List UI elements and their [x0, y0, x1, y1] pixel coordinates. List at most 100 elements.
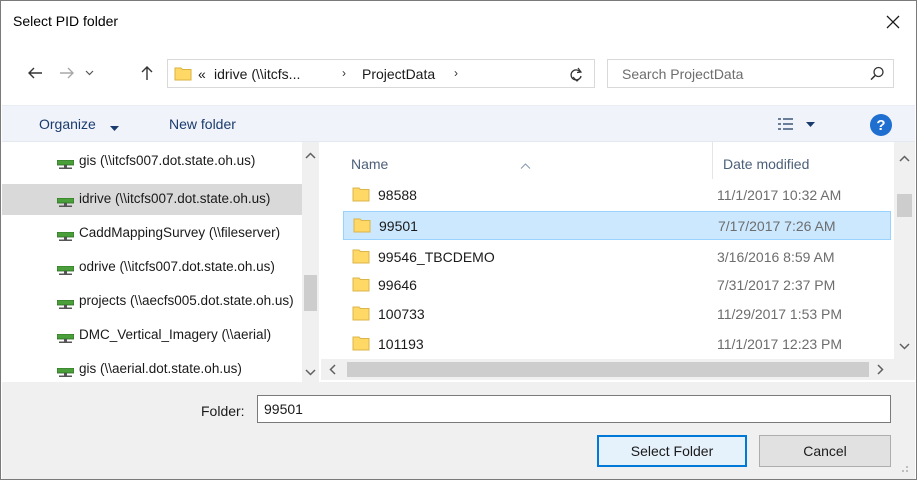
list-item[interactable]: 99546_TBCDEMO 3/16/2016 8:59 AM: [343, 243, 891, 272]
file-name: 98588: [378, 187, 417, 203]
nav-item-label: projects (\\aecfs005.dot.state.oh.us): [79, 293, 294, 308]
list-item-selected[interactable]: 99501 7/17/2017 7:26 AM: [343, 211, 891, 240]
folder-name-input[interactable]: [257, 395, 891, 423]
recent-locations-button[interactable]: [81, 61, 97, 85]
breadcrumb-projectdata[interactable]: ProjectData: [362, 66, 435, 82]
file-name: 99501: [379, 218, 418, 234]
address-bar[interactable]: « idrive (\\itcfs... › ProjectData ›: [167, 59, 595, 88]
scroll-down-icon[interactable]: [899, 338, 910, 353]
breadcrumb-overflow[interactable]: «: [198, 66, 206, 82]
organize-menu[interactable]: Organize: [39, 116, 96, 132]
file-list-horizontal-scrollbar[interactable]: [321, 359, 894, 380]
cancel-button[interactable]: Cancel: [759, 435, 891, 467]
file-date: 11/1/2017 10:32 AM: [717, 187, 842, 203]
refresh-button[interactable]: [564, 62, 588, 86]
navigation-pane-scrollbar[interactable]: [302, 142, 319, 382]
file-name: 99646: [378, 277, 417, 293]
navigation-pane: gis (\\itcfs007.dot.state.oh.us) idrive …: [2, 142, 320, 382]
breadcrumb-separator[interactable]: ›: [454, 66, 458, 80]
close-icon: [886, 15, 900, 29]
nav-item-idrive[interactable]: idrive (\\itcfs007.dot.state.oh.us): [2, 184, 302, 215]
network-drive-icon: [56, 263, 75, 278]
select-folder-dialog: Select PID folder « idrive (\\itcfs... ›…: [0, 0, 917, 480]
list-item[interactable]: 101193 11/1/2017 12:23 PM: [343, 330, 891, 359]
column-label: Date modified: [723, 156, 810, 172]
folder-icon: [352, 305, 370, 324]
column-label: Name: [351, 156, 389, 172]
dialog-footer: Folder: Select Folder Cancel: [2, 382, 915, 479]
file-date: 7/17/2017 7:26 AM: [718, 218, 836, 234]
nav-item-label: odrive (\\itcfs007.dot.state.oh.us): [79, 259, 275, 274]
network-drive-icon: [56, 229, 75, 244]
folder-icon: [352, 276, 370, 295]
network-drive-icon: [56, 157, 75, 172]
scrollbar-corner: [894, 359, 915, 380]
close-button[interactable]: [870, 1, 916, 43]
file-date: 7/31/2017 2:37 PM: [717, 277, 836, 293]
nav-item-label: idrive (\\itcfs007.dot.state.oh.us): [79, 191, 271, 206]
scrollbar-thumb[interactable]: [347, 362, 869, 377]
scroll-up-icon[interactable]: [305, 147, 316, 162]
up-button[interactable]: [135, 61, 159, 85]
file-name: 100733: [378, 306, 425, 322]
chevron-down-icon: [85, 70, 93, 76]
breadcrumb-idrive[interactable]: idrive (\\itcfs...: [214, 66, 300, 82]
list-item[interactable]: 99646 7/31/2017 2:37 PM: [343, 271, 891, 300]
refresh-icon: [570, 67, 583, 81]
scroll-left-icon[interactable]: [329, 363, 336, 378]
file-list: Name Date modified 98588 11/1/2017 10:32…: [321, 142, 915, 382]
sort-ascending-icon: [520, 156, 531, 172]
scrollbar-thumb[interactable]: [304, 275, 317, 311]
nav-item-label: gis (\\aerial.dot.state.oh.us): [79, 361, 242, 376]
select-folder-button[interactable]: Select Folder: [597, 435, 747, 467]
name-column-header[interactable]: Name: [321, 142, 713, 179]
resize-grip-icon[interactable]: [897, 461, 909, 476]
file-date: 3/16/2016 8:59 AM: [717, 249, 835, 265]
details-view-icon: [778, 118, 815, 130]
folder-icon: [352, 335, 370, 354]
folder-icon: [174, 65, 192, 84]
folder-icon: [352, 186, 370, 205]
nav-item-dmc-vertical-imagery[interactable]: DMC_Vertical_Imagery (\\aerial): [2, 320, 302, 351]
nav-item-projects[interactable]: projects (\\aecfs005.dot.state.oh.us): [2, 286, 302, 317]
nav-item-gis-itcfs007[interactable]: gis (\\itcfs007.dot.state.oh.us): [2, 146, 302, 177]
file-date: 11/1/2017 12:23 PM: [717, 336, 843, 352]
scrollbar-thumb[interactable]: [897, 194, 912, 217]
title-bar: Select PID folder: [1, 1, 916, 43]
back-arrow-icon: [28, 67, 42, 79]
chevron-down-icon[interactable]: [110, 120, 119, 135]
search-box[interactable]: Search ProjectData: [607, 59, 894, 88]
date-modified-column-header[interactable]: Date modified: [713, 142, 893, 179]
navigation-row: « idrive (\\itcfs... › ProjectData › Sea…: [1, 55, 916, 91]
forward-button[interactable]: [55, 61, 79, 85]
nav-item-label: CaddMappingSurvey (\\fileserver): [79, 225, 281, 240]
folder-icon: [353, 217, 371, 236]
file-date: 11/29/2017 1:53 PM: [717, 306, 843, 322]
change-view-button[interactable]: [778, 116, 822, 135]
scroll-up-icon[interactable]: [899, 150, 910, 165]
list-item[interactable]: 100733 11/29/2017 1:53 PM: [343, 300, 891, 329]
folder-label: Folder:: [201, 403, 245, 419]
help-button[interactable]: ?: [870, 114, 892, 136]
nav-item-odrive[interactable]: odrive (\\itcfs007.dot.state.oh.us): [2, 252, 302, 283]
new-folder-button[interactable]: New folder: [169, 116, 236, 132]
nav-item-gis-aerial[interactable]: gis (\\aerial.dot.state.oh.us): [2, 354, 302, 382]
nav-item-label: DMC_Vertical_Imagery (\\aerial): [79, 327, 272, 342]
network-drive-icon: [56, 331, 75, 346]
file-name: 99546_TBCDEMO: [378, 249, 495, 265]
breadcrumb-separator[interactable]: ›: [342, 66, 346, 80]
network-drive-icon: [56, 365, 75, 380]
back-button[interactable]: [23, 61, 47, 85]
nav-item-caddmappingsurvey[interactable]: CaddMappingSurvey (\\fileserver): [2, 218, 302, 249]
forward-arrow-icon: [60, 67, 74, 79]
nav-item-label: gis (\\itcfs007.dot.state.oh.us): [79, 153, 256, 168]
search-placeholder: Search ProjectData: [622, 66, 744, 82]
file-list-vertical-scrollbar[interactable]: [894, 142, 915, 359]
scroll-down-icon[interactable]: [305, 364, 316, 379]
list-item[interactable]: 98588 11/1/2017 10:32 AM: [343, 181, 891, 210]
command-bar: Organize New folder ?: [2, 105, 915, 142]
file-name: 101193: [378, 336, 424, 352]
search-icon[interactable]: [870, 66, 885, 84]
up-arrow-icon: [141, 66, 153, 80]
scroll-right-icon[interactable]: [877, 363, 884, 378]
